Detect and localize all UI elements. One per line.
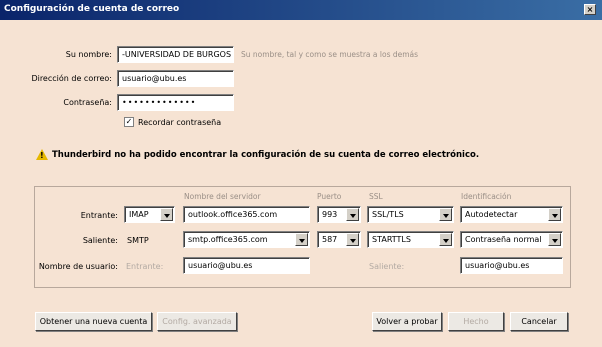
username-outgoing-input[interactable]: usuario@ubu.es (460, 257, 563, 274)
retest-button[interactable]: Volver a probar (372, 312, 442, 331)
outgoing-server-select[interactable]: smtp.office365.com (183, 231, 310, 248)
name-input[interactable]: -UNIVERSIDAD DE BURGOS (117, 46, 234, 63)
incoming-ssl-select[interactable]: SSL/TLS (367, 206, 454, 223)
title-bar: Configuración de cuenta de correo × (0, 0, 602, 20)
outgoing-protocol: SMTP (127, 236, 149, 245)
new-account-button[interactable]: Obtener una nueva cuenta (35, 312, 152, 331)
incoming-protocol-select[interactable]: IMAP (124, 206, 175, 223)
password-label: Contraseña: (63, 98, 112, 107)
chevron-down-icon (548, 208, 561, 221)
incoming-server-input[interactable]: outlook.office365.com (183, 206, 310, 223)
outgoing-ssl-select[interactable]: STARTTLS (367, 231, 454, 248)
header-auth: Identificación (461, 192, 512, 201)
chevron-down-icon (548, 233, 561, 246)
chevron-down-icon (160, 208, 173, 221)
incoming-ssl-value: SSL/TLS (372, 210, 404, 219)
password-input[interactable]: ••••••••••••• (117, 94, 234, 111)
incoming-port-value: 993 (322, 210, 338, 219)
incoming-protocol-value: IMAP (129, 210, 149, 219)
username-outgoing-label: Saliente: (369, 262, 405, 271)
warning-message: Thunderbird no ha podido encontrar la co… (52, 150, 480, 160)
header-ssl: SSL (369, 192, 383, 201)
chevron-down-icon (439, 208, 452, 221)
name-label: Su nombre: (65, 50, 112, 59)
outgoing-label: Saliente: (82, 236, 118, 245)
done-button[interactable]: Hecho (448, 312, 504, 331)
window-title: Configuración de cuenta de correo (4, 4, 180, 14)
outgoing-auth-value: Contraseña normal (465, 235, 542, 244)
outgoing-server-value: smtp.office365.com (188, 235, 268, 244)
name-hint: Su nombre, tal y como se muestra a los d… (241, 50, 419, 59)
incoming-label: Entrante: (80, 211, 118, 220)
username-incoming-label: Entrante: (126, 262, 164, 271)
advanced-config-button[interactable]: Config. avanzada (157, 312, 237, 331)
close-icon[interactable]: × (584, 4, 596, 15)
outgoing-ssl-value: STARTTLS (372, 235, 411, 244)
incoming-port-select[interactable]: 993 (317, 206, 361, 223)
remember-password-checkbox[interactable]: ✓ (124, 117, 134, 127)
incoming-auth-value: Autodetectar (465, 210, 518, 219)
remember-password-label: Recordar contraseña (138, 118, 222, 127)
header-server: Nombre del servidor (184, 192, 261, 201)
outgoing-port-select[interactable]: 587 (317, 231, 361, 248)
header-port: Puerto (317, 192, 342, 201)
outgoing-port-value: 587 (322, 235, 338, 244)
email-input[interactable]: usuario@ubu.es (117, 70, 234, 87)
chevron-down-icon (346, 208, 359, 221)
chevron-down-icon (295, 233, 308, 246)
username-label: Nombre de usuario: (38, 262, 118, 271)
chevron-down-icon (439, 233, 452, 246)
cancel-button[interactable]: Cancelar (510, 312, 568, 331)
warning-icon (36, 149, 48, 160)
username-incoming-input[interactable]: usuario@ubu.es (183, 257, 310, 274)
email-label: Dirección de correo: (31, 74, 112, 83)
chevron-down-icon (346, 233, 359, 246)
incoming-auth-select[interactable]: Autodetectar (460, 206, 563, 223)
outgoing-auth-select[interactable]: Contraseña normal (460, 231, 563, 248)
